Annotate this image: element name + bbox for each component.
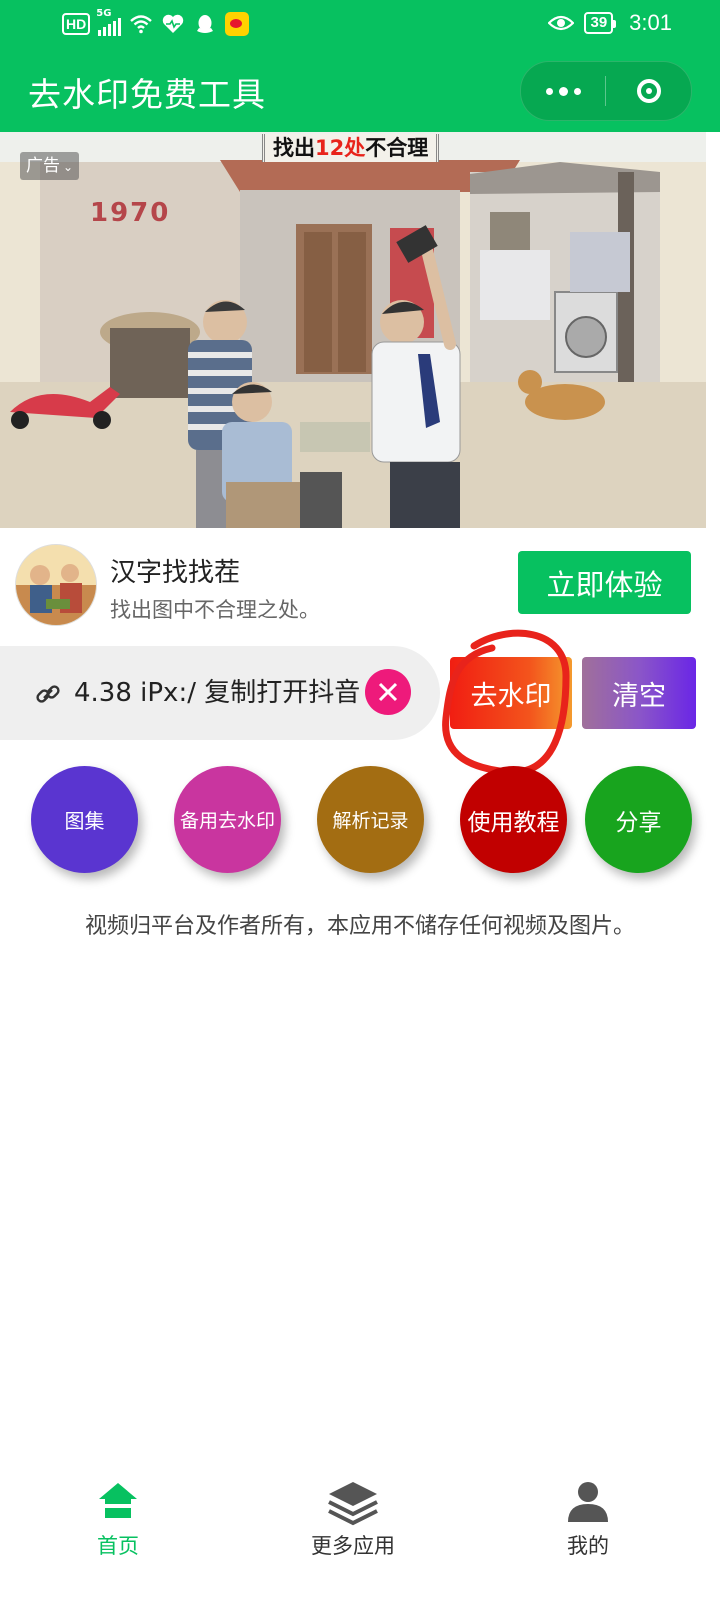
disclaimer-text: 视频归平台及作者所有，本应用不储存任何视频及图片。	[84, 914, 635, 939]
ad-caption: 找出12处不合理	[262, 134, 440, 162]
more-dots-icon[interactable]	[521, 62, 605, 120]
tab-mine[interactable]: 我的	[508, 1470, 668, 1570]
video-link-input[interactable]: 4.38 iPx:/ 复制打开抖音	[74, 668, 364, 718]
clear-x-glyph	[378, 682, 398, 702]
signal-icon: 5G	[96, 8, 122, 36]
ad-illustration	[0, 132, 706, 528]
ad-app-info[interactable]: 汉字找找茬 找出图中不合理之处。 立即体验	[0, 528, 720, 638]
ad-caption-prefix: 找出	[273, 136, 315, 160]
qq-icon	[197, 15, 214, 33]
tab-more-apps[interactable]: 更多应用	[273, 1470, 433, 1570]
battery-icon: 39	[584, 12, 616, 34]
wifi-icon	[130, 15, 153, 34]
clear-button[interactable]: 清空	[582, 657, 696, 729]
ad-caption-unit: 处	[344, 136, 366, 160]
ad-app-avatar	[15, 544, 97, 626]
heart-icon	[163, 14, 184, 33]
clock: 3:01	[629, 10, 672, 35]
ad-caption-number: 12	[315, 136, 345, 160]
home-icon	[99, 1483, 137, 1518]
tab-mine-label: 我的	[567, 1534, 609, 1558]
target-circle-icon[interactable]	[607, 62, 691, 120]
mini-program-capsule	[520, 61, 692, 121]
ad-tag-label: 广告	[26, 156, 60, 176]
remove-watermark-button[interactable]: 去水印	[450, 657, 572, 729]
chevron-down-icon: ⌄	[63, 160, 74, 174]
wall-year-sign: 1970	[90, 198, 171, 228]
parse-history-button[interactable]: 解析记录	[317, 766, 424, 873]
ad-banner-image[interactable]: 1970 找出12处不合理 广告 ⌄	[0, 132, 706, 528]
tutorial-button[interactable]: 使用教程	[460, 766, 567, 873]
tab-home-label: 首页	[97, 1534, 139, 1558]
link-icon	[36, 685, 60, 703]
clear-x-icon[interactable]	[365, 669, 411, 715]
page-title: 去水印免费工具	[28, 75, 266, 114]
capsule-divider	[605, 76, 606, 106]
layers-icon	[328, 1482, 378, 1526]
weibo-icon	[225, 12, 250, 36]
ad-app-description: 找出图中不合理之处。	[110, 598, 320, 622]
avatar-illustration	[16, 545, 96, 625]
hd-badge: HD	[62, 13, 91, 35]
tab-home[interactable]: 首页	[38, 1470, 198, 1570]
ad-caption-highlight: 12处	[315, 136, 365, 160]
ad-app-name: 汉字找找茬	[110, 558, 241, 588]
nav-bar: 去水印免费工具	[0, 50, 720, 132]
network-type: 5G	[96, 8, 112, 19]
try-now-button[interactable]: 立即体验	[518, 551, 691, 614]
status-bar: HD 5G 39 3:01	[0, 0, 720, 50]
ad-tag[interactable]: 广告 ⌄	[20, 152, 80, 180]
share-button[interactable]: 分享	[585, 766, 692, 873]
bottom-tab-bar: 首页 更多应用 我的	[0, 1470, 720, 1600]
ad-caption-suffix: 不合理	[365, 136, 429, 160]
eye-icon	[548, 15, 575, 31]
user-icon	[568, 1482, 608, 1522]
backup-remove-watermark-button[interactable]: 备用去水印	[174, 766, 281, 873]
gallery-button[interactable]: 图集	[31, 766, 138, 873]
tab-more-apps-label: 更多应用	[311, 1534, 395, 1558]
